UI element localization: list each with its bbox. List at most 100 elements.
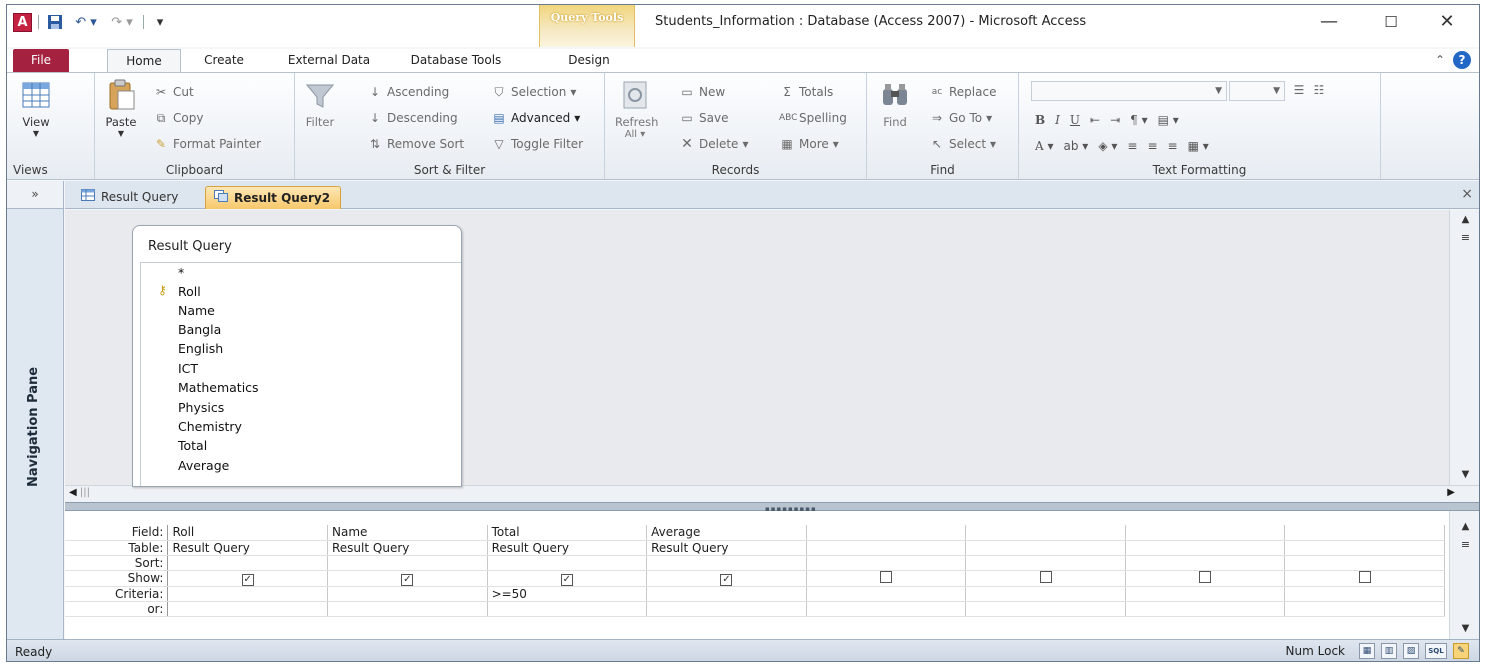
or-cell[interactable] xyxy=(1284,601,1445,617)
paste-button[interactable]: Paste ▼ xyxy=(101,79,141,138)
show-checkbox-cell[interactable]: ✓ xyxy=(646,570,807,587)
unchecked-checkbox[interactable] xyxy=(1358,570,1371,583)
scroll-thumb[interactable]: ≡ xyxy=(1450,537,1479,553)
new-record-button[interactable]: ▭ New xyxy=(679,85,725,99)
underline-button[interactable]: U xyxy=(1070,113,1080,127)
scroll-down-icon[interactable]: ▼ xyxy=(1450,467,1479,483)
tab-external-data[interactable]: External Data xyxy=(275,49,383,72)
sort-cell[interactable] xyxy=(646,555,807,571)
criteria-cell[interactable] xyxy=(327,586,488,602)
close-button[interactable]: ✕ xyxy=(1425,9,1469,35)
checked-checkbox[interactable]: ✓ xyxy=(401,573,414,585)
show-checkbox-cell[interactable]: ✓ xyxy=(487,570,648,587)
remove-sort-button[interactable]: ⇅ Remove Sort xyxy=(367,137,464,151)
show-checkbox-cell[interactable] xyxy=(806,570,967,587)
select-button[interactable]: ↖ Select ▾ xyxy=(929,137,996,151)
spelling-button[interactable]: ABC Spelling xyxy=(779,111,847,125)
scroll-down-icon[interactable]: ▼ xyxy=(1450,621,1479,637)
sort-cell[interactable] xyxy=(1125,555,1286,571)
table-cell[interactable]: Result Query xyxy=(487,540,648,556)
field-item[interactable]: ICT xyxy=(178,361,198,376)
bullets-icon[interactable]: ☰ xyxy=(1291,83,1307,97)
or-cell[interactable] xyxy=(806,601,967,617)
criteria-cell[interactable] xyxy=(1284,586,1445,602)
datasheet-view-icon[interactable]: ▦ xyxy=(1359,643,1375,659)
more-button[interactable]: ▦ More ▾ xyxy=(779,137,838,151)
criteria-cell[interactable] xyxy=(1125,586,1286,602)
font-size-dropdown[interactable]: ▼ xyxy=(1229,81,1285,101)
numbering-icon[interactable]: ☷ xyxy=(1311,83,1327,97)
field-cell[interactable] xyxy=(1125,525,1286,541)
field-item[interactable]: Physics xyxy=(178,400,224,415)
table-cell[interactable]: Result Query xyxy=(646,540,807,556)
table-grid-icon[interactable]: ▦ ▾ xyxy=(1188,139,1209,153)
or-cell[interactable] xyxy=(327,601,488,617)
bold-button[interactable]: B xyxy=(1035,113,1045,127)
table-cell[interactable] xyxy=(965,540,1126,556)
replace-button[interactable]: ac Replace xyxy=(929,85,997,99)
ascending-button[interactable]: ↓ Ascending xyxy=(367,85,449,99)
tab-design[interactable]: Design xyxy=(553,49,625,72)
gridlines-icon[interactable]: ▤ ▾ xyxy=(1158,113,1179,127)
show-checkbox-cell[interactable] xyxy=(965,570,1126,587)
show-checkbox-cell[interactable]: ✓ xyxy=(167,570,328,587)
field-item[interactable]: * xyxy=(178,265,184,280)
table-cell[interactable] xyxy=(1125,540,1286,556)
field-item[interactable]: Roll xyxy=(178,284,201,299)
sql-view-button[interactable]: SQL xyxy=(1425,643,1447,659)
navigation-pane-label[interactable]: Navigation Pane xyxy=(26,367,41,487)
totals-button[interactable]: Σ Totals xyxy=(779,85,833,99)
show-checkbox-cell[interactable] xyxy=(1125,570,1286,587)
align-left-icon[interactable]: ≡ xyxy=(1127,139,1137,153)
sort-cell[interactable] xyxy=(327,555,488,571)
criteria-cell[interactable] xyxy=(646,586,807,602)
or-cell[interactable] xyxy=(487,601,648,617)
customize-qat-button[interactable]: ▾ xyxy=(150,12,170,32)
or-cell[interactable] xyxy=(965,601,1126,617)
field-cell[interactable]: Name xyxy=(327,525,488,541)
pane-splitter[interactable]: ▪▪▪▪▪▪▪▪▪ xyxy=(65,502,1479,513)
view-button[interactable]: View ▼ xyxy=(19,79,53,138)
field-list-window[interactable]: Result Query * ⚷ Roll Name Bangla Englis… xyxy=(132,225,462,487)
tab-database-tools[interactable]: Database Tools xyxy=(397,49,515,72)
field-item[interactable]: Average xyxy=(178,458,229,473)
criteria-cell[interactable] xyxy=(167,586,328,602)
selection-button[interactable]: ⛉ Selection ▾ xyxy=(491,85,576,99)
field-item[interactable]: Total xyxy=(178,438,207,453)
sort-cell[interactable] xyxy=(806,555,967,571)
descending-button[interactable]: ↓ Descending xyxy=(367,111,458,125)
help-icon[interactable]: ? xyxy=(1453,51,1471,69)
filter-button[interactable]: Filter xyxy=(301,79,339,129)
decrease-indent-icon[interactable]: ⇤ xyxy=(1090,113,1100,127)
field-cell[interactable] xyxy=(806,525,967,541)
design-view-icon[interactable]: ✎ xyxy=(1453,643,1469,659)
maximize-button[interactable]: ☐ xyxy=(1369,9,1413,35)
align-center-icon[interactable]: ≡ xyxy=(1147,139,1157,153)
italic-button[interactable]: I xyxy=(1055,113,1060,127)
criteria-cell[interactable] xyxy=(806,586,967,602)
unchecked-checkbox[interactable] xyxy=(1039,570,1052,583)
save-icon[interactable] xyxy=(45,12,65,32)
table-cell[interactable] xyxy=(1284,540,1445,556)
grid-vertical-scrollbar[interactable]: ▲ ≡ ▼ xyxy=(1449,511,1479,639)
field-cell[interactable] xyxy=(965,525,1126,541)
scroll-left-icon[interactable]: ◀ ||| xyxy=(69,487,90,498)
refresh-all-button[interactable]: Refresh All ▾ xyxy=(615,79,658,140)
field-item[interactable]: Mathematics xyxy=(178,380,259,395)
undo-button[interactable]: ↶ ▾ xyxy=(71,12,101,32)
table-cell[interactable]: Result Query xyxy=(327,540,488,556)
paste-dropdown-icon[interactable]: ▼ xyxy=(101,129,141,138)
criteria-cell[interactable] xyxy=(965,586,1126,602)
unchecked-checkbox[interactable] xyxy=(879,570,892,583)
field-item[interactable]: Chemistry xyxy=(178,419,242,434)
checked-checkbox[interactable]: ✓ xyxy=(720,573,733,585)
field-cell[interactable]: Average xyxy=(646,525,807,541)
toggle-filter-button[interactable]: ▽ Toggle Filter xyxy=(491,137,583,151)
font-color-icon[interactable]: A ▾ xyxy=(1035,139,1054,153)
pivotchart-view-icon[interactable]: ▨ xyxy=(1403,643,1419,659)
increase-indent-icon[interactable]: ⇥ xyxy=(1110,113,1120,127)
doc-tab-result-query2[interactable]: Result Query2 xyxy=(205,186,342,209)
pivottable-view-icon[interactable]: ▥ xyxy=(1381,643,1397,659)
sort-cell[interactable] xyxy=(1284,555,1445,571)
cut-button[interactable]: ✂ Cut xyxy=(153,85,194,99)
